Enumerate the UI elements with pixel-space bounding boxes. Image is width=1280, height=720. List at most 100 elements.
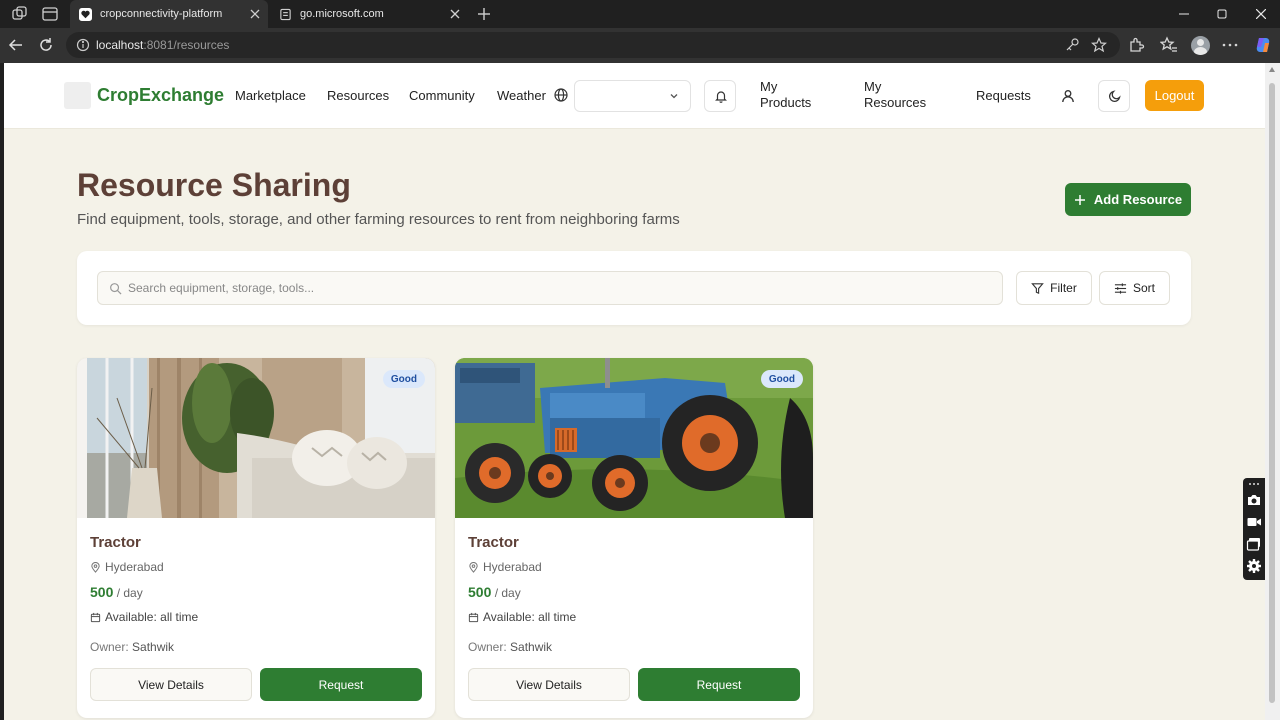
price-amount: 500 [90,584,114,600]
view-details-button[interactable]: View Details [90,668,252,701]
close-tab-icon[interactable] [448,7,462,21]
new-tab-icon[interactable] [474,4,494,24]
minimize-window-button[interactable] [1165,0,1203,28]
location-text: Hyderabad [483,560,542,574]
page-scrollbar[interactable] [1265,63,1280,720]
page-title: Resource Sharing [77,167,351,203]
resource-title: Tractor [90,534,141,551]
tab-cropconnectivity[interactable]: cropconnectivity-platform [70,0,268,28]
user-profile-icon[interactable] [1060,88,1076,104]
copilot-icon[interactable] [1253,35,1273,55]
back-arrow-icon[interactable] [7,36,25,54]
condition-badge: Good [382,370,425,388]
nav-link-my-products[interactable]: My Products [760,79,830,111]
close-window-button[interactable] [1242,0,1280,28]
sort-label: Sort [1132,281,1155,295]
favorites-icon[interactable] [1160,36,1178,54]
resource-card: Good Tractor Hyderabad 500 / day Availab… [455,358,813,718]
key-icon[interactable] [1064,37,1080,53]
resource-image-blue-tractor[interactable]: Good [455,358,813,518]
resource-location: Hyderabad [468,560,542,574]
browser-address-bar: localhost:8081/resources [0,28,1280,63]
maximize-window-button[interactable] [1203,0,1241,28]
resource-card: Good Tractor Hyderabad 500 / day Availab… [77,358,435,718]
plus-icon [1074,194,1085,205]
nav-link-requests[interactable]: Requests [976,88,1031,103]
window-capture-icon[interactable] [1246,536,1262,552]
chevron-down-icon [670,94,678,99]
nav-link-resources[interactable]: Resources [327,88,389,103]
close-tab-icon[interactable] [248,7,262,21]
page-favicon-icon [278,7,292,21]
url-text: localhost:8081/resources [96,38,230,52]
owner-label: Owner: [90,640,129,654]
brand-name[interactable]: CropExchange [97,85,224,106]
owner-label: Owner: [468,640,507,654]
bell-icon [715,91,727,103]
refresh-icon[interactable] [37,36,55,54]
scrollbar-thumb[interactable] [1269,83,1275,703]
video-camera-icon[interactable] [1246,514,1262,530]
search-input[interactable] [128,272,988,304]
dark-mode-toggle[interactable] [1098,80,1130,112]
app-header: CropExchange Marketplace Resources Commu… [4,63,1265,129]
owner-name: Sathwik [132,640,175,654]
tab-title: go.microsoft.com [300,8,384,20]
nav-link-community[interactable]: Community [409,88,475,103]
filter-label: Filter [1050,281,1077,295]
toolbar-grip-icon[interactable] [1246,480,1262,488]
price-amount: 500 [468,584,492,600]
filter-icon [1031,282,1044,294]
tab-actions-icon[interactable] [41,5,59,23]
heart-favicon-icon [78,7,92,21]
search-box[interactable] [97,271,1003,305]
resource-image-living-room[interactable]: Good [77,358,435,518]
moon-icon [1108,90,1121,103]
notifications-button[interactable] [704,80,736,112]
resource-title: Tractor [468,534,519,551]
globe-icon [554,88,568,102]
calendar-icon [90,612,101,622]
tab-title: cropconnectivity-platform [100,8,223,20]
workspaces-icon[interactable] [11,5,29,23]
price-unit: / day [494,586,521,600]
resource-price: 500 / day [90,584,143,600]
sort-button[interactable]: Sort [1099,271,1170,305]
nav-link-marketplace[interactable]: Marketplace [235,88,306,103]
filter-button[interactable]: Filter [1016,271,1092,305]
language-select[interactable] [574,80,691,112]
availability-text: Available: all time [105,610,199,624]
floating-capture-toolbar [1243,478,1265,580]
resource-availability: Available: all time [468,610,576,624]
favorite-star-icon[interactable] [1091,37,1107,53]
camera-icon[interactable] [1246,492,1262,508]
logo-image[interactable] [64,82,91,109]
nav-link-my-resources[interactable]: My Resources [864,79,934,111]
location-text: Hyderabad [105,560,164,574]
tab-go-microsoft[interactable]: go.microsoft.com [270,0,468,28]
resource-availability: Available: all time [90,610,198,624]
add-resource-button[interactable]: Add Resource [1065,183,1191,216]
scroll-up-arrow-icon[interactable] [1269,67,1275,72]
page-viewport: CropExchange Marketplace Resources Commu… [4,63,1265,720]
search-icon [110,283,122,295]
sliders-icon [1114,282,1127,294]
more-menu-icon[interactable] [1221,36,1239,54]
nav-link-weather[interactable]: Weather [497,88,546,103]
condition-badge: Good [760,370,803,388]
browser-tab-bar: cropconnectivity-platform go.microsoft.c… [0,0,1280,28]
page-subtitle: Find equipment, tools, storage, and othe… [77,211,680,228]
request-button[interactable]: Request [638,668,800,701]
extensions-icon[interactable] [1127,36,1145,54]
settings-gear-icon[interactable] [1246,558,1262,574]
logout-button[interactable]: Logout [1145,80,1204,111]
owner-name: Sathwik [510,640,553,654]
resource-price: 500 / day [468,584,521,600]
resource-owner: Owner: Sathwik [468,640,552,654]
request-button[interactable]: Request [260,668,422,701]
url-field[interactable]: localhost:8081/resources [66,32,1120,58]
view-details-button[interactable]: View Details [468,668,630,701]
site-info-icon[interactable] [76,38,90,52]
profile-avatar[interactable] [1191,36,1210,55]
add-resource-label: Add Resource [1093,192,1183,207]
